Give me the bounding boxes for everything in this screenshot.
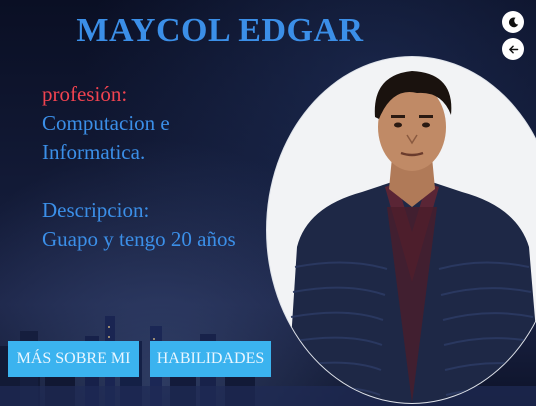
person-portrait bbox=[286, 71, 536, 403]
profession-label: profesión: bbox=[42, 82, 128, 106]
moon-icon bbox=[508, 16, 518, 27]
profession-line-2: Informatica. bbox=[42, 140, 146, 164]
about-me-button[interactable]: MÁS SOBRE MI bbox=[8, 341, 139, 377]
skills-button[interactable]: HABILIDADES bbox=[150, 341, 271, 377]
page-title: MAYCOL EDGAR bbox=[76, 12, 364, 49]
theme-toggle-button[interactable] bbox=[502, 11, 524, 33]
back-button[interactable] bbox=[502, 38, 524, 60]
description-text: Guapo y tengo 20 años bbox=[42, 227, 236, 251]
profession-line-1: Computacion e bbox=[42, 111, 170, 135]
description-label: Descripcion: bbox=[42, 198, 150, 222]
arrow-left-icon bbox=[508, 45, 518, 53]
profile-info: profesión: Computacion e Informatica. De… bbox=[42, 80, 282, 254]
